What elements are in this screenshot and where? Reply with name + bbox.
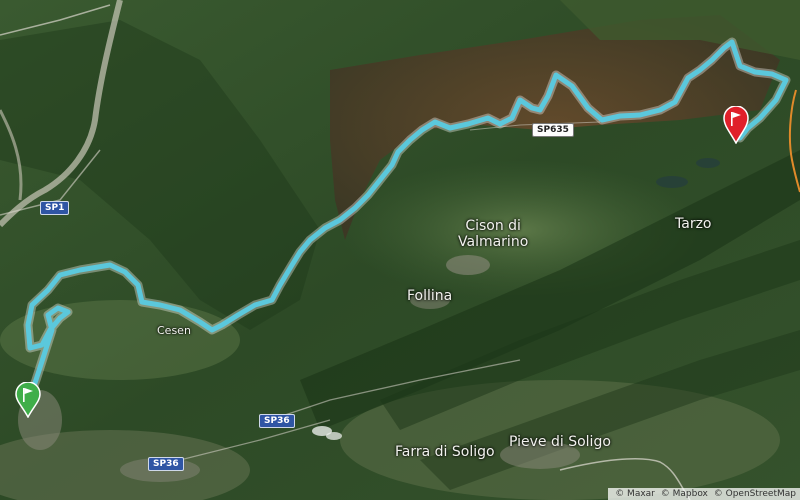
place-label-follina: Follina xyxy=(407,288,453,304)
place-label-cesen: Cesen xyxy=(157,324,191,337)
road-shield-sp36-lower: SP36 xyxy=(148,457,184,471)
place-label-cison-line2: Valmarino xyxy=(458,234,529,250)
attribution-mapbox[interactable]: © Mapbox xyxy=(661,489,708,499)
place-label-cison-di-valmarino: Cison di Valmarino xyxy=(458,218,528,250)
route-line[interactable] xyxy=(0,0,800,500)
attribution-osm[interactable]: © OpenStreetMap xyxy=(714,489,796,499)
place-label-pieve-di-soligo: Pieve di Soligo xyxy=(509,434,611,450)
place-label-cison-line1: Cison di xyxy=(465,218,521,234)
road-shield-sp1: SP1 xyxy=(40,201,70,215)
start-marker-icon[interactable] xyxy=(14,382,42,418)
route-path xyxy=(23,37,791,407)
road-shield-sp635: SP635 xyxy=(532,123,574,137)
place-label-farra-di-soligo: Farra di Soligo xyxy=(395,444,495,460)
place-label-tarzo: Tarzo xyxy=(675,216,712,232)
end-marker-icon[interactable] xyxy=(722,106,750,144)
map-attribution: © Maxar © Mapbox © OpenStreetMap xyxy=(608,488,800,500)
attribution-maxar[interactable]: © Maxar xyxy=(615,489,655,499)
satellite-map[interactable]: Cison di Valmarino Tarzo Follina Cesen F… xyxy=(0,0,800,500)
road-shield-sp36-upper: SP36 xyxy=(259,414,295,428)
